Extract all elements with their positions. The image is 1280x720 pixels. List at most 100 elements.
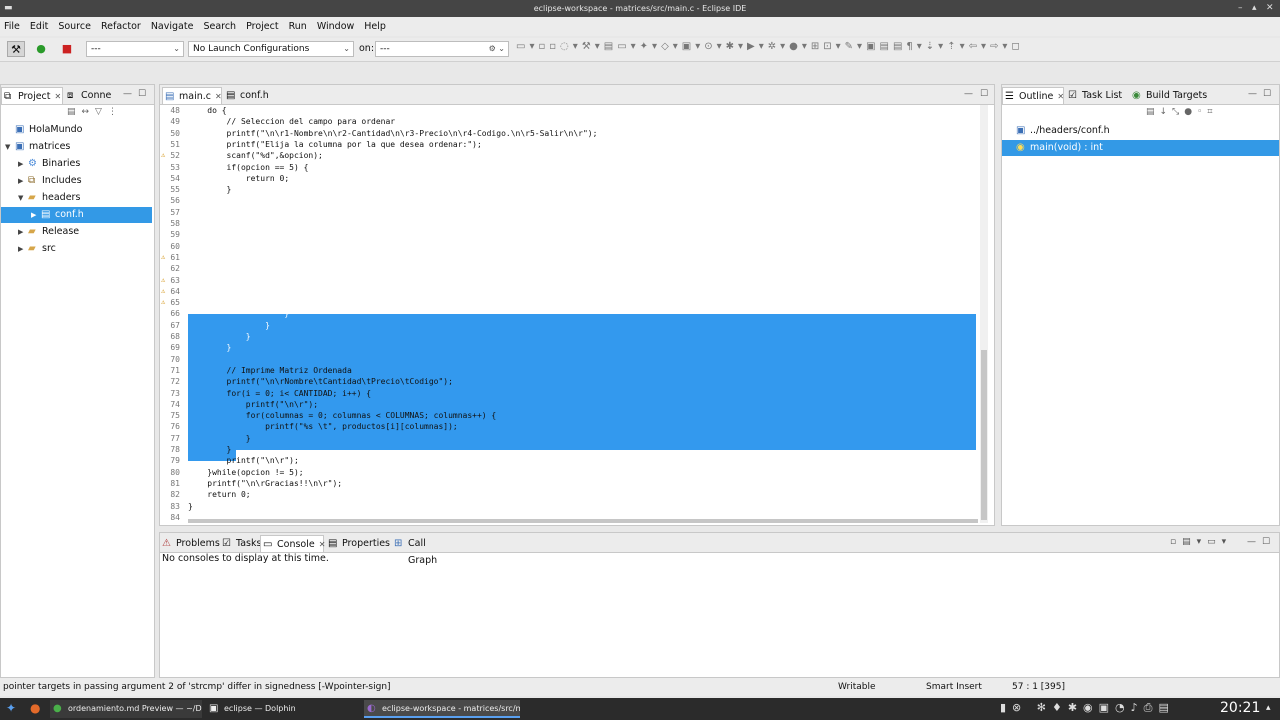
maximize-view-icon[interactable]: ☐ xyxy=(138,89,146,99)
close-tab-icon[interactable]: ✕ xyxy=(215,92,222,101)
warning-marker-icon[interactable]: ⚠ xyxy=(161,150,165,161)
include-icon: ▣ xyxy=(1016,125,1026,136)
code-text: if(strcmp(productos[j][opcion-1],product… xyxy=(188,252,574,262)
minimize-view-icon[interactable]: — xyxy=(1247,537,1256,547)
taskbar-item-dolphin[interactable]: ▣ eclipse — Dolphin xyxy=(206,700,356,718)
menu-window[interactable]: Window xyxy=(317,21,354,32)
maximize-button[interactable]: ▴ xyxy=(1252,0,1257,17)
tree-item-conf-h[interactable]: ▶ ▤ conf.h xyxy=(1,207,152,223)
tab-build-targets[interactable]: ◉ Build Targets xyxy=(1130,87,1216,104)
minimize-view-icon[interactable]: — xyxy=(1248,89,1257,99)
warning-marker-icon[interactable]: ⚠ xyxy=(161,297,165,308)
dolphin-icon: ▣ xyxy=(209,703,219,714)
menu-run[interactable]: Run xyxy=(289,21,307,32)
start-menu-icon[interactable]: ✦ xyxy=(6,701,16,715)
launch-target-combo[interactable]: --- ⚙ ⌄ xyxy=(375,41,509,57)
outline-item-main-function[interactable]: ◉ main(void) : int xyxy=(1002,140,1279,156)
editor-horizontal-scrollbar[interactable] xyxy=(188,519,978,523)
stop-launch-icon[interactable]: ■ xyxy=(58,41,76,57)
tree-item-release[interactable]: ▶ ▰ Release xyxy=(1,224,152,240)
warning-marker-icon[interactable]: ⚠ xyxy=(161,252,165,263)
problems-icon: ⚠ xyxy=(162,538,171,549)
tree-item-matrices[interactable]: ▼ ▣ matrices xyxy=(1,139,152,155)
window-title-bar: eclipse-workspace - matrices/src/main.c … xyxy=(0,0,1280,17)
code-line: 73 for(i = 0; i< CANTIDAD; i++) { xyxy=(160,388,975,399)
tab-connections[interactable]: ⧈ Conne xyxy=(65,87,115,104)
code-line: 53 if(opcion == 5) { xyxy=(160,162,975,173)
toolbar-icons[interactable]: ▭▾▫▫◌▾⚒▾▤▭▾✦▾◇▾▣▾⊙▾✱▾▶▾✲▾●▾⊞⊡▾✎▾▣▤▤¶▾⇣▾⇡… xyxy=(516,41,1260,57)
code-line: 68 } xyxy=(160,331,975,342)
console-view-toolbar[interactable]: ▫▤▾▭▾ xyxy=(1170,537,1232,547)
maximize-view-icon[interactable]: ☐ xyxy=(1262,537,1270,547)
code-line: 54 return 0; xyxy=(160,173,975,184)
tree-item-holamundo[interactable]: ▣ HolaMundo xyxy=(1,122,152,138)
project-explorer-icon: ⧉ xyxy=(4,91,12,102)
maximize-view-icon[interactable]: ☐ xyxy=(1263,89,1271,99)
code-line: 75 for(columnas = 0; columnas < COLUMNAS… xyxy=(160,410,975,421)
code-text: do { xyxy=(188,106,227,115)
tab-console[interactable]: ▭ Console ✕ xyxy=(260,535,326,552)
tab-project-explorer[interactable]: ⧉ Project ✕ xyxy=(1,87,63,104)
warning-marker-icon[interactable]: ⚠ xyxy=(161,275,165,286)
code-text: for(i=1; i<CANTIDAD; i++) { xyxy=(188,230,357,240)
editor-scroll-thumb[interactable] xyxy=(981,350,987,520)
code-text: printf("\n\rGracias!!\n\r"); xyxy=(188,478,343,488)
warning-marker-icon[interactable]: ⚠ xyxy=(161,286,165,297)
close-tab-icon[interactable]: ✕ xyxy=(1057,92,1064,101)
editor-vertical-scrollbar[interactable] xyxy=(980,105,988,523)
menu-file[interactable]: File xyxy=(4,21,20,32)
show-desktop-icon[interactable]: ▴ xyxy=(1266,703,1271,713)
c-source-file-icon: ▤ xyxy=(165,91,175,102)
minimize-editor-icon[interactable]: — xyxy=(964,89,973,99)
tree-item-binaries[interactable]: ▶ ⚙ Binaries xyxy=(1,156,152,172)
tree-item-includes[interactable]: ▶ ⧉ Includes xyxy=(1,173,152,189)
code-text: // Seleccion del campo para ordenar xyxy=(188,117,396,127)
launch-configuration-combo[interactable]: No Launch Configurations ⌄ xyxy=(188,41,354,57)
launch-target-label: on: xyxy=(359,43,375,54)
close-tab-icon[interactable]: ✕ xyxy=(319,540,326,549)
tab-tasks[interactable]: ☑ Tasks xyxy=(220,535,261,552)
build-hammer-icon[interactable]: ⚒ xyxy=(7,41,25,57)
menu-source[interactable]: Source xyxy=(58,21,91,32)
line-number: 54 xyxy=(170,173,180,183)
close-window-button[interactable]: ✕ xyxy=(1266,0,1274,17)
tree-item-headers[interactable]: ▼ ▰ headers xyxy=(1,190,152,206)
menu-navigate[interactable]: Navigate xyxy=(151,21,194,32)
maximize-editor-icon[interactable]: ☐ xyxy=(980,89,988,99)
tab-problems[interactable]: ⚠ Problems xyxy=(160,535,220,552)
outline-item-include[interactable]: ▣ ../headers/conf.h xyxy=(1016,123,1276,139)
close-tab-icon[interactable]: ✕ xyxy=(55,92,62,101)
tab-call-graph[interactable]: ⊞ Call Graph xyxy=(392,535,456,566)
tab-task-list[interactable]: ☑ Task List xyxy=(1066,87,1128,104)
tab-outline[interactable]: ☰ Outline ✕ xyxy=(1002,87,1064,104)
project-view-toolbar[interactable]: ▤↔▽⋮ xyxy=(67,107,123,117)
tab-conf-h[interactable]: ▤ conf.h xyxy=(224,87,280,104)
tree-item-src[interactable]: ▶ ▰ src xyxy=(1,241,152,257)
menu-edit[interactable]: Edit xyxy=(30,21,48,32)
taskbar-item-eclipse[interactable]: ◐eclipse-workspace - matrices/src/main.c… xyxy=(364,700,520,718)
code-text: } xyxy=(188,501,193,511)
taskbar-item-markdown-preview[interactable]: ●ordenamiento.md Preview — ~/Docume... xyxy=(50,700,202,718)
tab-main-c[interactable]: ▤ main.c ✕ xyxy=(162,87,222,104)
code-line: 60 for(j=0; j<CANTIDAD-i; j++) { xyxy=(160,241,975,252)
launch-run-icon[interactable]: ● xyxy=(32,41,50,57)
status-message: pointer targets in passing argument 2 of… xyxy=(3,682,391,692)
app-menu-icon[interactable]: ▬ xyxy=(4,0,13,17)
code-line: 81 printf("\n\rGracias!!\n\r"); xyxy=(160,478,975,489)
code-line: 48 do { xyxy=(160,105,975,116)
menu-refactor[interactable]: Refactor xyxy=(101,21,141,32)
menu-project[interactable]: Project xyxy=(246,21,279,32)
launch-mode-combo[interactable]: --- ⌄ xyxy=(86,41,184,57)
menu-search[interactable]: Search xyxy=(203,21,236,32)
code-line: 72 printf("\n\rNombre\tCantidad\tPrecio\… xyxy=(160,376,975,387)
code-area[interactable]: 48 do {49 // Seleccion del campo para or… xyxy=(160,105,994,525)
minimize-button[interactable]: – xyxy=(1238,0,1243,17)
menu-help[interactable]: Help xyxy=(364,21,386,32)
system-tray[interactable]: ▮⊗ ✻♦✱◉▣◔♪⎙▤ xyxy=(1000,701,1175,715)
minimize-view-icon[interactable]: — xyxy=(123,89,132,99)
outline-view-toolbar[interactable]: ▤↓⤡●◦⌗ xyxy=(1146,107,1217,117)
tab-properties[interactable]: ▤ Properties xyxy=(326,535,390,552)
code-text: return 0; xyxy=(188,173,290,183)
firefox-icon[interactable]: ● xyxy=(30,701,40,715)
tasks-icon: ☑ xyxy=(222,538,231,549)
